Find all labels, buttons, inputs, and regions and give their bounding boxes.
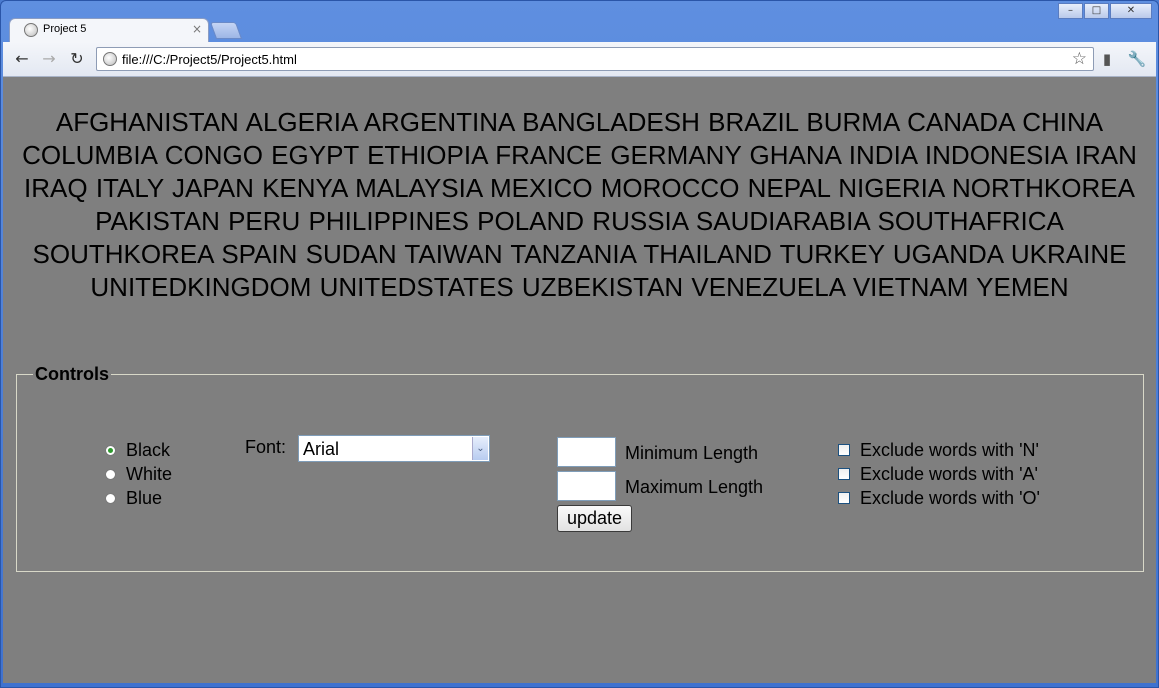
min-length-input[interactable] <box>557 437 616 467</box>
controls-fieldset: Controls Black White Blue Font: Arial ⌄ … <box>16 364 1144 572</box>
new-tab-button[interactable] <box>209 22 243 39</box>
back-icon[interactable]: ← <box>12 49 32 69</box>
bookmark-star-icon[interactable]: ☆ <box>1072 49 1087 69</box>
exclude-o-checkbox[interactable] <box>838 492 850 504</box>
url-text: file:///C:/Project5/Project5.html <box>122 52 297 67</box>
page-menu-icon[interactable]: ▮ <box>1097 49 1117 69</box>
address-bar[interactable]: file:///C:/Project5/Project5.html ☆ <box>96 47 1094 71</box>
update-button[interactable]: update <box>557 505 632 532</box>
exclude-n-checkbox[interactable] <box>838 444 850 456</box>
radio-black-button[interactable] <box>105 444 116 456</box>
wrench-icon[interactable]: 🔧 <box>1127 49 1147 69</box>
radio-white-button[interactable] <box>105 468 116 480</box>
exclude-a-checkbox[interactable] <box>838 468 850 480</box>
radio-blue-label: Blue <box>126 487 163 508</box>
minimize-button[interactable]: – <box>1058 3 1083 19</box>
font-label: Font: <box>245 437 287 457</box>
radio-black-label: Black <box>126 439 171 460</box>
controls-legend: Controls <box>35 364 109 384</box>
page-icon <box>24 23 38 37</box>
tab-close-icon[interactable]: × <box>192 22 202 36</box>
radio-white[interactable]: White <box>105 462 172 486</box>
tab-title: Project 5 <box>43 23 87 35</box>
exclude-a-row[interactable]: Exclude words with 'A' <box>838 462 1040 486</box>
browser-toolbar: ← → ↻ file:///C:/Project5/Project5.html … <box>3 42 1156 77</box>
font-select-value: Arial <box>303 439 340 459</box>
tab-project5[interactable]: Project 5 × <box>9 18 209 42</box>
chevron-down-icon[interactable]: ⌄ <box>472 437 488 460</box>
max-length-input[interactable] <box>557 471 616 501</box>
radio-white-label: White <box>126 463 173 484</box>
page-viewport: AFGHANISTAN ALGERIA ARGENTINA BANGLADESH… <box>3 77 1156 683</box>
close-window-button[interactable]: ✕ <box>1110 3 1152 19</box>
reload-icon[interactable]: ↻ <box>67 49 87 69</box>
browser-window: – □ ✕ Project 5 × ← → ↻ file:///C:/Proje… <box>0 0 1159 688</box>
window-controls: – □ ✕ <box>1057 3 1152 19</box>
max-length-label: Maximum Length <box>625 477 764 497</box>
exclude-a-label: Exclude words with 'A' <box>860 463 1038 484</box>
exclude-n-label: Exclude words with 'N' <box>860 439 1039 460</box>
radio-black[interactable]: Black <box>105 438 172 462</box>
word-list: AFGHANISTAN ALGERIA ARGENTINA BANGLADESH… <box>22 107 1137 302</box>
globe-icon <box>103 52 117 66</box>
radio-blue[interactable]: Blue <box>105 486 172 510</box>
exclude-n-row[interactable]: Exclude words with 'N' <box>838 438 1040 462</box>
forward-icon[interactable]: → <box>39 49 59 69</box>
radio-blue-button[interactable] <box>105 492 116 504</box>
min-length-label: Minimum Length <box>625 443 759 463</box>
exclude-o-row[interactable]: Exclude words with 'O' <box>838 486 1040 510</box>
color-radio-group: Black White Blue <box>105 438 172 510</box>
exclude-o-label: Exclude words with 'O' <box>860 487 1040 508</box>
exclude-checkbox-group: Exclude words with 'N' Exclude words wit… <box>838 438 1040 510</box>
maximize-button[interactable]: □ <box>1084 3 1109 19</box>
font-select[interactable]: Arial ⌄ <box>298 435 490 462</box>
